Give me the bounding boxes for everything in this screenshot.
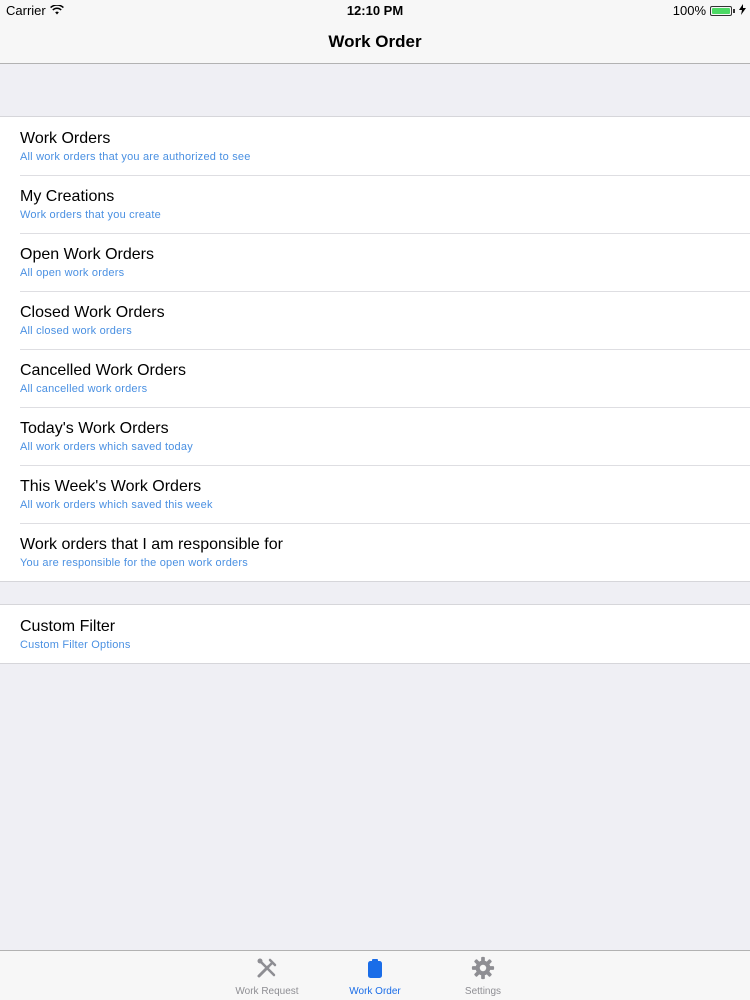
filter-title: Closed Work Orders (20, 304, 165, 321)
filter-row-responsible[interactable]: Work orders that I am responsible for Yo… (0, 523, 750, 581)
tab-label: Settings (464, 986, 502, 997)
page-title: Work Order (328, 31, 422, 51)
custom-filter-subtitle: Custom Filter Options (20, 639, 131, 651)
filter-row-this-week[interactable]: This Week's Work Orders All work orders … (0, 465, 750, 523)
tab-label: Work Order (349, 986, 401, 997)
filter-subtitle: All cancelled work orders (20, 383, 148, 395)
filter-subtitle: All work orders which saved today (20, 441, 193, 453)
battery-icon (710, 5, 732, 16)
tab-settings[interactable]: Settings (447, 951, 519, 1000)
charging-icon (739, 3, 746, 18)
filter-title: Today's Work Orders (20, 420, 169, 437)
status-time: 12:10 PM (346, 3, 404, 18)
filter-row-work-orders[interactable]: Work Orders All work orders that you are… (0, 117, 750, 175)
tab-bar: Work Request Work Order Settings (0, 950, 750, 1000)
filter-row-closed[interactable]: Closed Work Orders All closed work order… (0, 291, 750, 349)
tab-work-order[interactable]: Work Order (339, 951, 411, 1000)
custom-filter-row[interactable]: Custom Filter Custom Filter Options (0, 605, 750, 663)
filter-title: Work orders that I am responsible for (20, 536, 283, 553)
filter-subtitle: You are responsible for the open work or… (20, 557, 248, 569)
clipboard-icon (363, 956, 387, 980)
custom-filter-list: Custom Filter Custom Filter Options (0, 604, 750, 664)
battery-percent: 100% (672, 3, 706, 18)
filter-subtitle: All closed work orders (20, 325, 132, 337)
filter-subtitle: Work orders that you create (20, 209, 161, 221)
filter-row-my-creations[interactable]: My Creations Work orders that you create (0, 175, 750, 233)
status-bar: Carrier 12:10 PM 100% (0, 0, 750, 20)
filter-subtitle: All open work orders (20, 267, 125, 279)
filter-title: Work Orders (20, 130, 111, 147)
filter-title: My Creations (20, 188, 115, 205)
filter-row-open[interactable]: Open Work Orders All open work orders (0, 233, 750, 291)
navigation-bar: Work Order (0, 20, 750, 64)
filter-row-today[interactable]: Today's Work Orders All work orders whic… (0, 407, 750, 465)
filter-subtitle: All work orders which saved this week (20, 499, 213, 511)
battery-indicator: 100% (673, 3, 746, 18)
tab-label: Work Request (235, 986, 299, 997)
tab-work-request[interactable]: Work Request (231, 951, 303, 1000)
filter-title: Open Work Orders (20, 246, 154, 263)
gear-icon (471, 956, 495, 980)
filter-row-cancelled[interactable]: Cancelled Work Orders All cancelled work… (0, 349, 750, 407)
filter-list: Work Orders All work orders that you are… (0, 116, 750, 582)
filter-subtitle: All work orders that you are authorized … (20, 151, 251, 163)
tools-icon (255, 956, 279, 980)
custom-filter-title: Custom Filter (20, 618, 116, 635)
filter-title: Cancelled Work Orders (20, 362, 186, 379)
filter-title: This Week's Work Orders (20, 478, 202, 495)
